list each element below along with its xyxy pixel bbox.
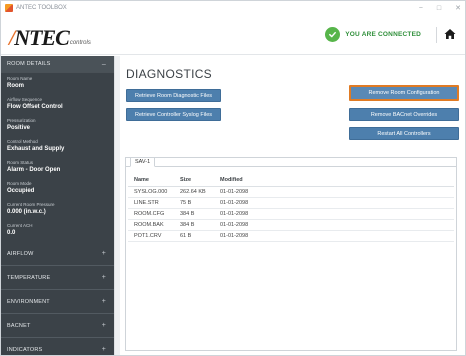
field-value: Occupied [7, 188, 35, 194]
sidebar-section-label: INDICATORS [7, 346, 43, 353]
window-title: ANTEC TOOLBOX [16, 5, 67, 11]
sidebar-section-label: AIRFLOW [7, 250, 34, 257]
close-button[interactable]: ✕ [455, 4, 461, 12]
field-value: 0.000 (in.w.c.) [7, 209, 46, 215]
files-panel: SAV-1 Name Size Modified SYSLOG.000 262.… [125, 157, 457, 351]
remove-room-configuration-button[interactable]: Remove Room Configuration [349, 85, 459, 101]
minimize-button[interactable]: − [419, 5, 423, 12]
main-content: DIAGNOSTICS Retrieve Room Diagnostic Fil… [120, 56, 465, 355]
column-header-name[interactable]: Name [128, 174, 174, 187]
table-row[interactable]: SYSLOG.000 262.64 KB 01-01-2098 [128, 186, 454, 198]
field-value: Flow Offset Control [7, 104, 63, 110]
sidebar-section-label: TEMPERATURE [7, 274, 51, 281]
table-row[interactable]: ROOM.BAK 384 B 01-01-2098 [128, 219, 454, 231]
field-value: 0.0 [7, 230, 16, 236]
app-header: /NTEC controls YOU ARE CONNECTED [1, 15, 465, 55]
tab-underline [126, 166, 456, 167]
sidebar: ROOM DETAILS – Room Name Room Airflow Se… [1, 56, 114, 355]
sidebar-section-room-details[interactable]: ROOM DETAILS – [1, 56, 114, 73]
airflow-sequence-field: Airflow Sequence Flow Offset Control [1, 94, 114, 115]
sidebar-section-environment[interactable]: ENVIRONMENT + [1, 290, 114, 314]
sidebar-section-label: ENVIRONMENT [7, 298, 50, 305]
table-header-row: Name Size Modified [128, 174, 454, 187]
page-title: DIAGNOSTICS [126, 67, 212, 81]
expand-icon: + [101, 298, 106, 305]
expand-icon: + [101, 250, 106, 257]
room-mode-field: Room Mode Occupied [1, 178, 114, 199]
file-size: 384 B [174, 219, 214, 231]
maximize-button[interactable]: □ [437, 5, 441, 12]
room-status-field: Room Status Alarm - Door Open [1, 157, 114, 178]
control-method-field: Control Method Exhaust and Supply [1, 136, 114, 157]
home-icon[interactable] [444, 28, 456, 40]
file-name: LINE.STR [128, 197, 174, 209]
field-value: Alarm - Door Open [7, 167, 61, 173]
collapse-icon: – [101, 60, 106, 68]
pressurization-field: Pressurization Positive [1, 115, 114, 136]
check-icon [325, 27, 341, 42]
file-size: 262.64 KB [174, 186, 214, 198]
room-pressure-field: Current Room Pressure 0.000 (in.w.c.) [1, 199, 114, 220]
file-modified: 01-01-2098 [214, 230, 454, 242]
sidebar-section-indicators[interactable]: INDICATORS + [1, 338, 114, 355]
field-value: Exhaust and Supply [7, 146, 65, 152]
column-header-size[interactable]: Size [174, 174, 214, 187]
file-name: ROOM.BAK [128, 219, 174, 231]
sidebar-section-label: ROOM DETAILS [7, 61, 51, 67]
file-modified: 01-01-2098 [214, 208, 454, 220]
current-ach-field: Current ACH 0.0 [1, 220, 114, 242]
retrieve-room-diagnostic-button[interactable]: Retrieve Room Diagnostic Files [126, 89, 221, 102]
sidebar-section-temperature[interactable]: TEMPERATURE + [1, 266, 114, 290]
file-modified: 01-01-2098 [214, 197, 454, 209]
title-bar: ANTEC TOOLBOX − □ ✕ [1, 1, 465, 15]
logo-subtext: controls [69, 40, 91, 46]
restart-all-controllers-button[interactable]: Restart All Controllers [349, 127, 459, 140]
file-size: 75 B [174, 197, 214, 209]
table-row[interactable]: POT1.CRV 61 B 01-01-2098 [128, 230, 454, 242]
file-name: ROOM.CFG [128, 208, 174, 220]
field-value: Positive [7, 125, 31, 131]
expand-icon: + [101, 274, 106, 281]
room-name-field: Room Name Room [1, 73, 114, 94]
app-icon [5, 4, 13, 12]
header-divider [436, 27, 437, 43]
sidebar-section-label: BACNET [7, 322, 31, 329]
table-row[interactable]: LINE.STR 75 B 01-01-2098 [128, 197, 454, 209]
antec-logo: /NTEC controls [9, 25, 91, 50]
column-header-modified[interactable]: Modified [214, 174, 454, 187]
expand-icon: + [101, 346, 106, 353]
file-size: 61 B [174, 230, 214, 242]
sidebar-section-airflow[interactable]: AIRFLOW + [1, 242, 114, 266]
connection-status: YOU ARE CONNECTED [325, 27, 421, 42]
field-value: Room [7, 83, 24, 89]
expand-icon: + [101, 322, 106, 329]
file-name: POT1.CRV [128, 230, 174, 242]
tab-sav-1[interactable]: SAV-1 [130, 157, 156, 167]
file-modified: 01-01-2098 [214, 219, 454, 231]
files-table: Name Size Modified SYSLOG.000 262.64 KB … [128, 174, 454, 242]
table-row[interactable]: ROOM.CFG 384 B 01-01-2098 [128, 208, 454, 220]
app-window: ANTEC TOOLBOX − □ ✕ /NTEC controls YOU A… [0, 0, 466, 356]
logo-text: NTEC [14, 25, 70, 50]
remove-bacnet-overrides-button[interactable]: Remove BACnet Overrides [349, 108, 459, 121]
file-size: 384 B [174, 208, 214, 220]
retrieve-syslog-button[interactable]: Retrieve Controller Syslog Files [126, 108, 221, 121]
sidebar-section-bacnet[interactable]: BACNET + [1, 314, 114, 338]
file-modified: 01-01-2098 [214, 186, 454, 198]
file-name: SYSLOG.000 [128, 186, 174, 198]
connection-label: YOU ARE CONNECTED [345, 31, 421, 38]
